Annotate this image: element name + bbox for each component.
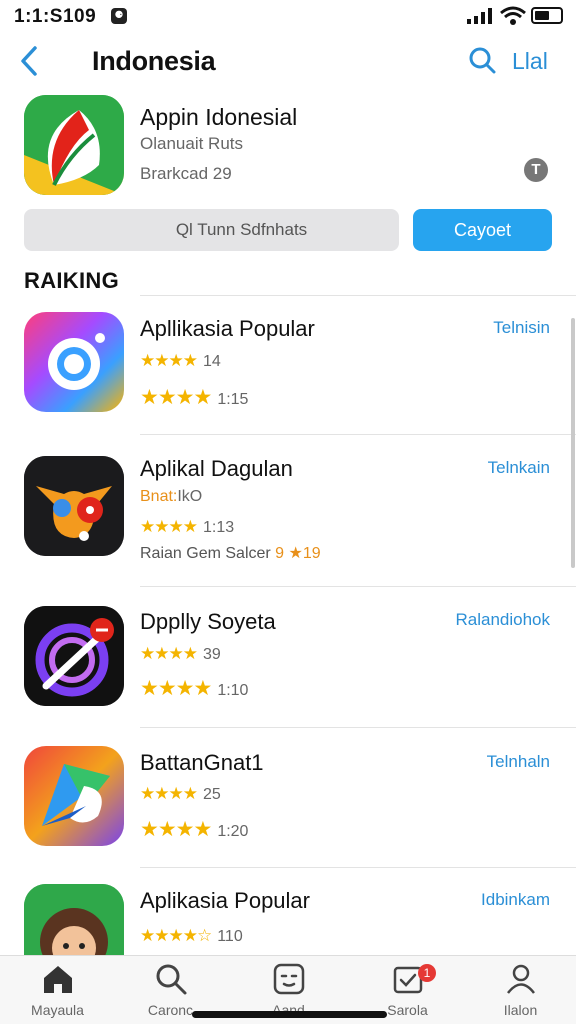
app-action-button[interactable]: Ralandiohok [455,610,550,630]
list-item[interactable]: Aplikal Dagulan Bnat:IkO ★★★★ 1:13 Raian … [0,456,576,576]
tab-label: Ilalon [503,1002,538,1018]
rating-value: 1:20 [217,823,249,840]
tab-label: Mayaula [31,1002,84,1018]
divider [140,295,576,296]
app-icon [24,456,124,556]
status-time: 1:1:S109 [14,6,97,27]
app-detail-line: Raian Gem Salcer 9 ★19 [140,543,321,563]
app-icon [24,606,124,706]
search-icon [156,964,186,995]
featured-app-meta: Brarkcad 29 [140,164,232,183]
app-action-button[interactable]: Telnisin [493,318,550,338]
app-icon [24,312,124,412]
rating-count: 39 [202,646,221,663]
status-bar: 1:1:S109 ⚈ [0,0,576,34]
app-rating-line: ★★★★ 25 [140,784,221,804]
rating-stars: ★★★★ [140,386,212,409]
rating-stars: ★★★★ [140,351,198,370]
app-info-prefix: Bnat: [140,488,178,505]
rating-count: 110 [217,928,243,945]
app-name: BattanGnat1 [140,750,264,775]
secondary-action-button[interactable]: Ql Tunn Sdfnhats [24,209,399,251]
camera-lens-icon [24,312,124,412]
list-item[interactable]: Apllikasia Popular ★★★★ 14 ★★★★ 1:15 Telni… [0,312,576,432]
rating-stars: ★★★★☆ [140,926,212,945]
app-action-button[interactable]: Idbinkam [481,890,550,910]
rating-value: 1:10 [217,682,249,699]
flag-leaf-icon [24,95,124,195]
section-title: RAIKING [24,268,119,293]
list-item[interactable]: BattanGnat1 ★★★★ 25 ★★★★ 1:20 Telnhaln [0,746,576,866]
fox-icon [24,456,124,556]
app-rating-line: ★★★★ 39 [140,644,221,664]
app-rating-line: ★★★★ 1:13 [140,517,234,537]
info-icon[interactable]: T [524,158,548,182]
primary-action-button[interactable]: Cayoet [413,209,552,251]
divider [140,727,576,728]
app-info-value: IkO [177,488,203,505]
search-icon[interactable] [468,46,496,74]
app-detail-rating: 9 ★19 [275,545,321,562]
tab-profile[interactable]: Ilalon [463,962,576,1022]
home-indicator[interactable] [192,1011,387,1018]
app-name: Apllikasia Popular [140,316,315,341]
rating-count: 25 [202,786,221,803]
rating-value: 1:13 [202,519,235,536]
list-item[interactable]: Dpplly Soyeta ★★★★ 39 ★★★★ 1:10 Ralandioho… [0,606,576,726]
rating-count: 14 [202,353,221,370]
app-name: Aplikal Dagulan [140,456,293,481]
app-name: Aplikasia Popular [140,888,310,913]
featured-app-title: Appin Idonesial [140,104,298,130]
back-chevron-icon[interactable] [18,44,40,78]
character-face-icon [24,884,124,955]
app-rating-line: ★★★★ 14 [140,351,221,371]
app-icon [24,746,124,846]
app-action-button[interactable]: Telnhaln [487,752,550,772]
camera-indicator-icon: ⚈ [111,8,127,24]
rating-stars: ★★★★ [140,784,198,803]
app-action-button[interactable]: Telnkain [488,458,550,478]
app-name: Dpplly Soyeta [140,609,276,634]
app-rating-line: ★★★★☆ 110 [140,926,243,946]
featured-app-icon[interactable] [24,95,124,195]
divider [140,867,576,868]
tab-home[interactable]: Mayaula [0,962,115,1022]
app-info-line: Bnat:IkO [140,488,202,506]
app-rating-line-2: ★★★★ 1:20 [140,817,248,842]
rating-stars: ★★★★ [140,818,212,841]
scrollbar[interactable] [571,318,575,568]
rating-value: 1:15 [217,391,249,408]
list-item[interactable]: Aplikasia Popular ★★★★☆ 110 Idbinkam [0,884,576,955]
divider [140,586,576,587]
home-icon [43,966,72,993]
signal-icon [467,8,492,24]
compass-ring-icon [24,606,124,706]
app-rating-line-2: ★★★★ 1:10 [140,676,248,701]
face-icon [273,963,304,995]
rating-stars: ★★★★ [140,517,198,536]
app-rating-line-2: ★★★★ 1:15 [140,385,248,410]
battery-icon [531,7,563,24]
notification-badge: 1 [418,964,436,982]
navigation-bar: Indonesia Llal [0,40,576,84]
rating-stars: ★★★★ [140,644,198,663]
play-shape-icon [24,746,124,846]
app-detail-text: Raian Gem Salcer [140,545,271,562]
page-title: Indonesia [92,46,216,76]
wifi-icon [500,6,526,25]
app-icon [24,884,124,955]
rating-stars: ★★★★ [140,677,212,700]
featured-app-subtitle: Olanuait Ruts [140,134,243,153]
nav-right-button[interactable]: Llal [512,48,548,75]
person-icon [506,964,535,994]
divider [140,434,576,435]
